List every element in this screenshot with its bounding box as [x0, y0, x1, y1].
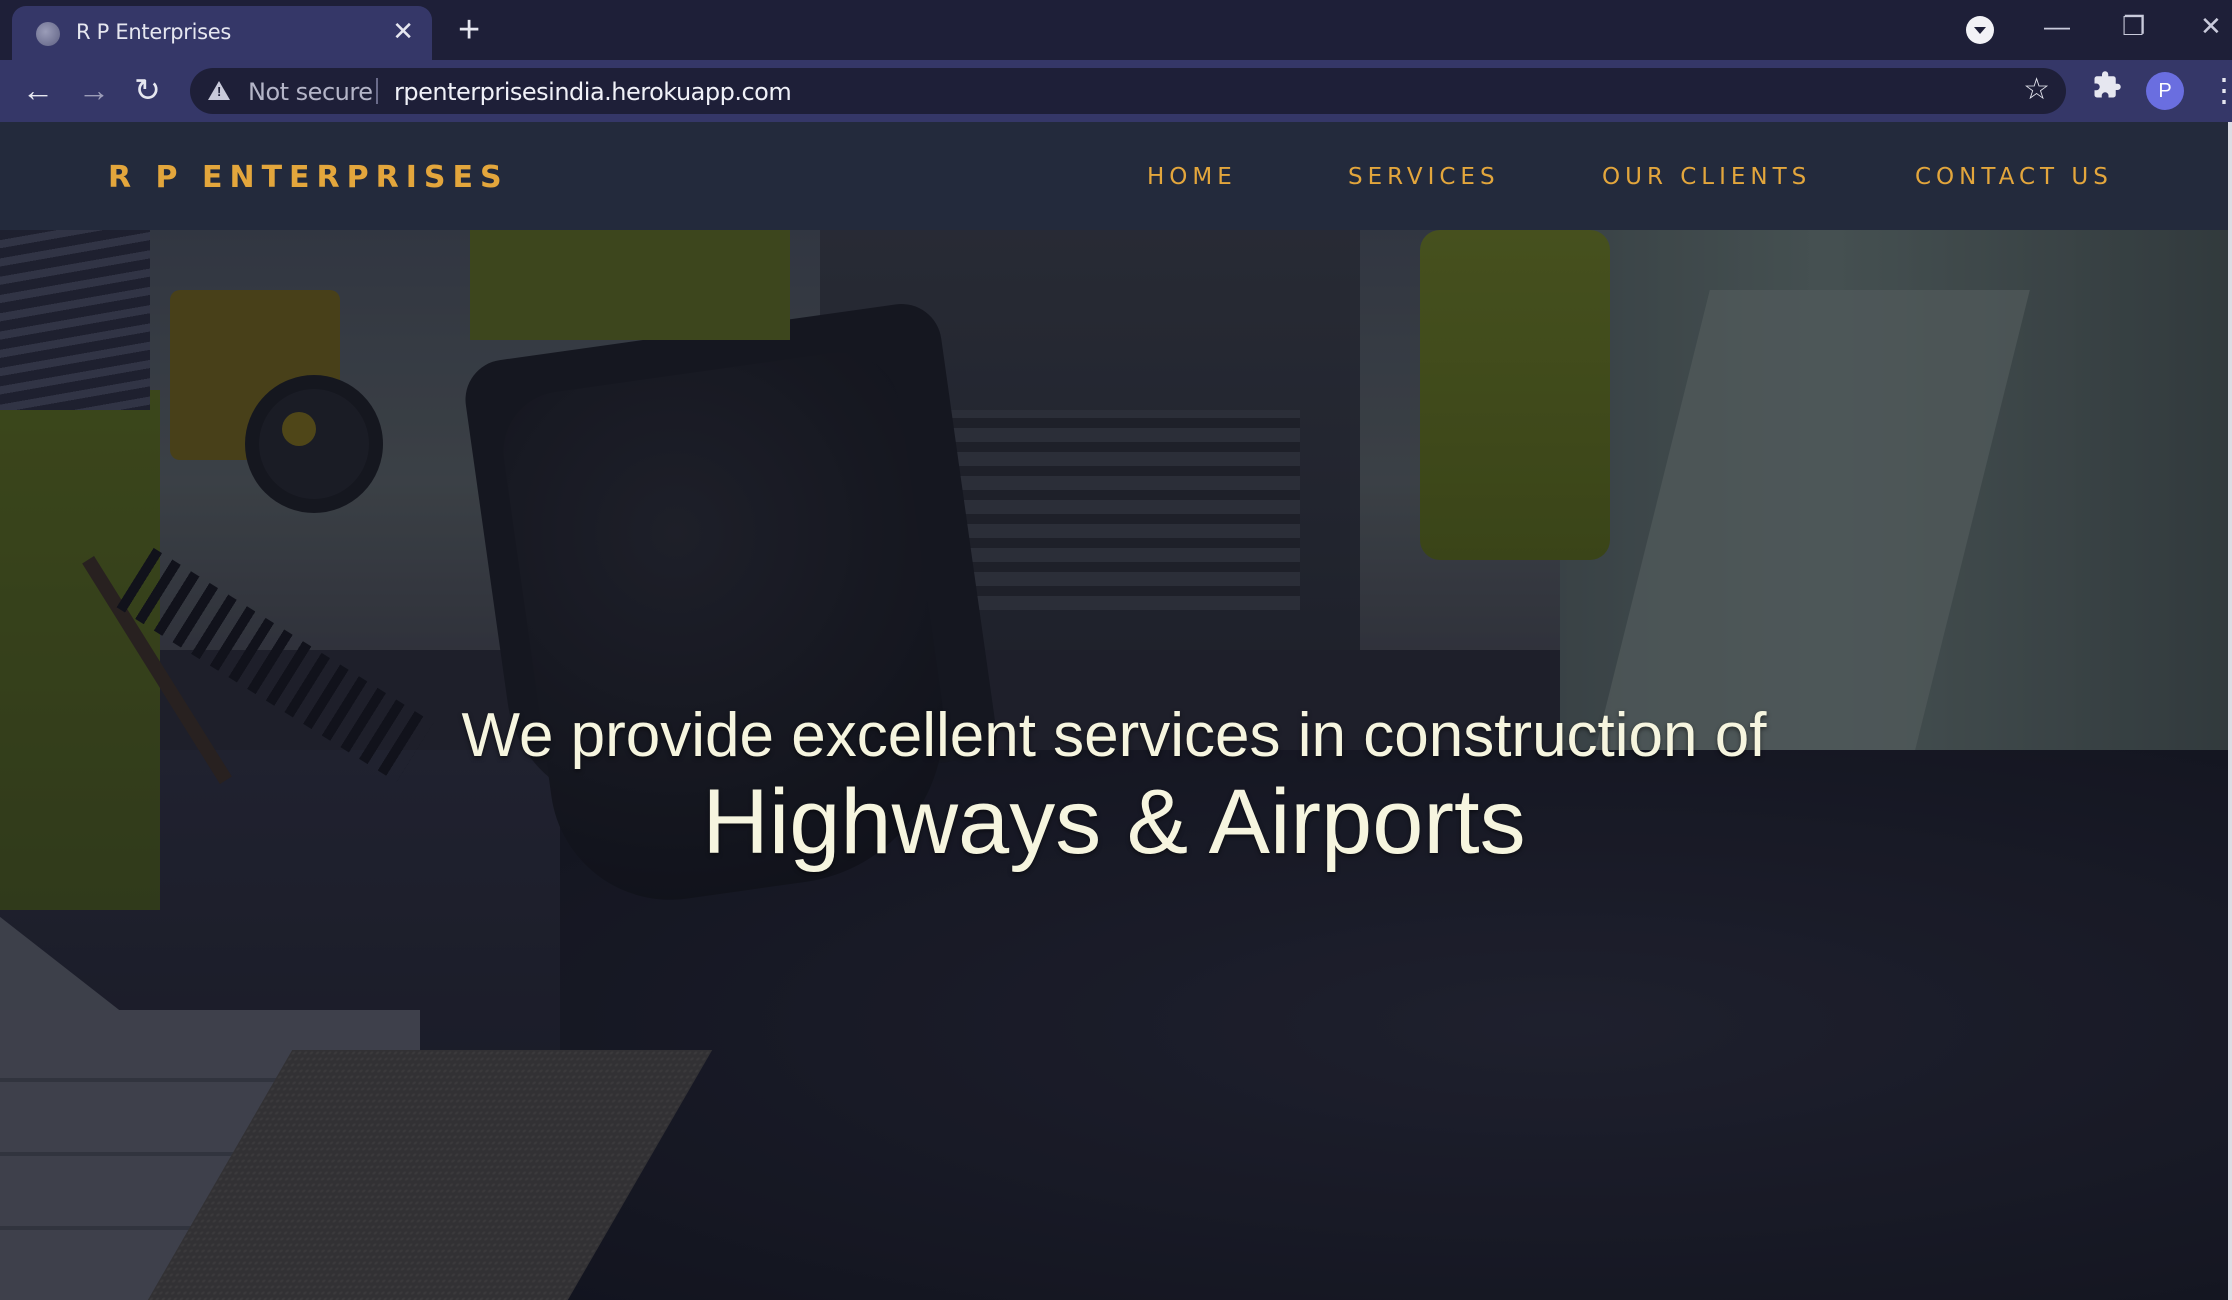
- hero-heading: Highways & Airports: [702, 771, 1526, 873]
- site-header: R P ENTERPRISES HOME SERVICES OUR CLIENT…: [0, 122, 2228, 230]
- forward-button[interactable]: →: [78, 72, 110, 108]
- page-scrollbar[interactable]: [2228, 122, 2232, 1300]
- browser-toolbar: ← → ↻ Not secure rpenterprisesindia.hero…: [0, 60, 2232, 122]
- tab-search-icon[interactable]: [1966, 16, 1994, 44]
- window-close-button[interactable]: ✕: [2200, 8, 2222, 44]
- tab-title: R P Enterprises: [76, 20, 232, 44]
- nav-home[interactable]: HOME: [1147, 164, 1237, 190]
- back-button[interactable]: ←: [22, 72, 54, 108]
- hero-tagline: We provide excellent services in constru…: [461, 701, 1767, 770]
- minimize-button[interactable]: —: [2044, 8, 2070, 44]
- url-text[interactable]: rpenterprisesindia.herokuapp.com: [394, 78, 792, 106]
- new-tab-button[interactable]: +: [458, 10, 480, 50]
- browser-menu-icon[interactable]: ⋮: [2208, 70, 2232, 110]
- profile-avatar[interactable]: P: [2146, 72, 2184, 110]
- browser-tab-strip: R P Enterprises ✕ + — ❐ ✕: [0, 0, 2232, 60]
- security-label[interactable]: Not secure: [248, 78, 373, 106]
- nav-contact-us[interactable]: CONTACT US: [1915, 164, 2113, 190]
- hero-section: We provide excellent services in constru…: [0, 230, 2228, 1300]
- address-bar[interactable]: Not secure rpenterprisesindia.herokuapp.…: [190, 68, 2066, 114]
- nav-our-clients[interactable]: OUR CLIENTS: [1602, 164, 1811, 190]
- extensions-icon[interactable]: [2092, 70, 2122, 110]
- nav-services[interactable]: SERVICES: [1348, 164, 1500, 190]
- divider: [376, 78, 378, 104]
- reload-button[interactable]: ↻: [134, 72, 161, 108]
- tab-close-button[interactable]: ✕: [392, 16, 414, 46]
- warning-icon[interactable]: [208, 81, 230, 100]
- globe-icon: [36, 22, 60, 46]
- restore-button[interactable]: ❐: [2122, 8, 2145, 44]
- browser-tab[interactable]: R P Enterprises ✕: [12, 6, 432, 60]
- site-logo[interactable]: R P ENTERPRISES: [108, 160, 509, 195]
- bookmark-star-icon[interactable]: ☆: [2023, 72, 2050, 108]
